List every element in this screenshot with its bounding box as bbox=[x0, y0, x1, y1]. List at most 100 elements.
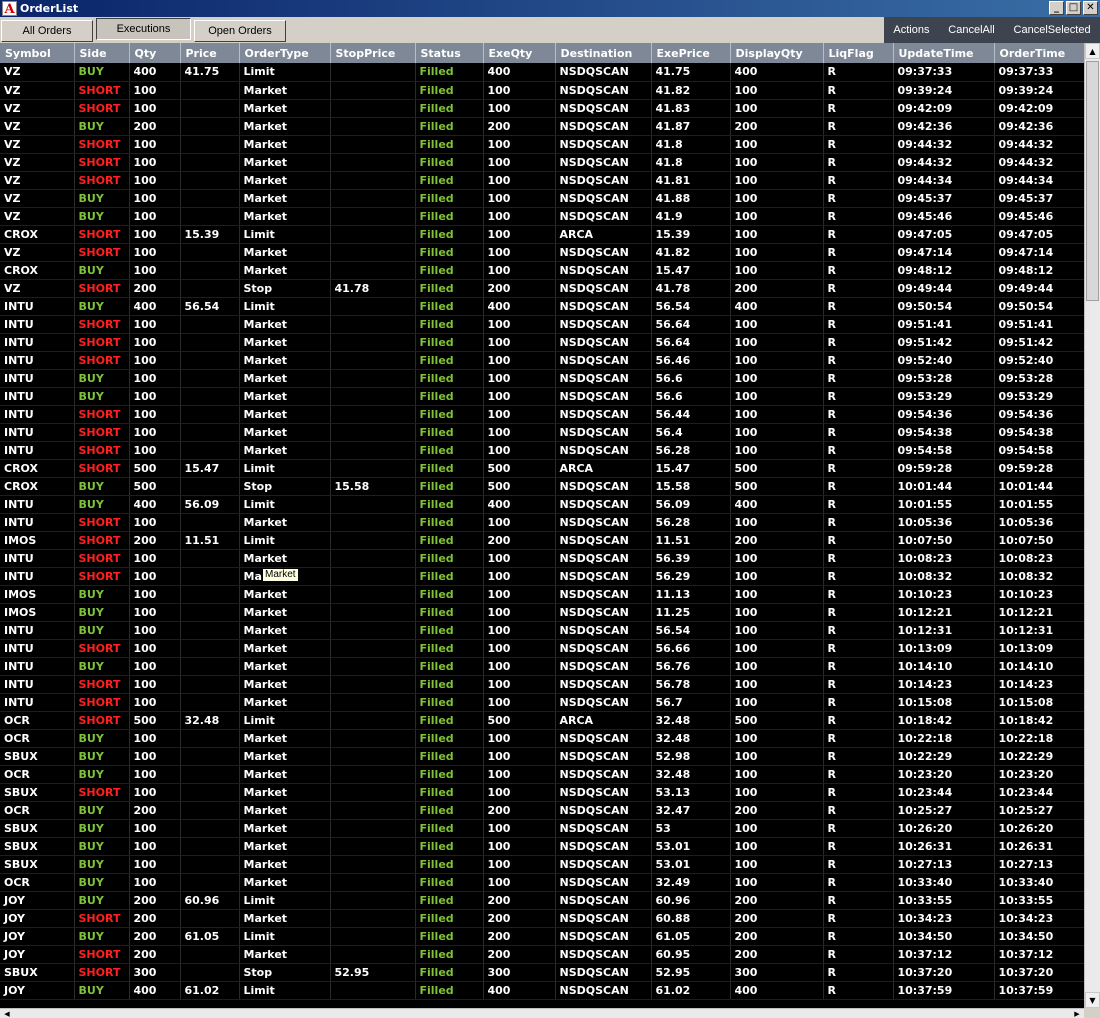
cell-exeqty: 100 bbox=[483, 639, 556, 658]
column-header-exeprice[interactable]: ExePrice bbox=[651, 43, 731, 63]
scroll-thumb[interactable] bbox=[1086, 61, 1099, 301]
column-header-symbol[interactable]: Symbol bbox=[0, 43, 75, 63]
table-row[interactable]: INTU SHORT 100 Market Filled 100 NSDQSCAN 56.64… bbox=[0, 315, 1084, 334]
table-row[interactable]: VZ SHORT 100 Market Filled 100 NSDQSCAN 41.83 10… bbox=[0, 99, 1084, 118]
table-row[interactable]: VZ SHORT 100 Market Filled 100 NSDQSCAN 41.8 100… bbox=[0, 135, 1084, 154]
table-row[interactable]: VZ SHORT 100 Market Filled 100 NSDQSCAN 41.82 10… bbox=[0, 243, 1084, 262]
column-header-stopprice[interactable]: StopPrice bbox=[330, 43, 416, 63]
table-row[interactable]: JOY SHORT 200 Market Filled 200 NSDQSCAN 60.88 2… bbox=[0, 909, 1084, 928]
cell-side: BUY bbox=[74, 495, 130, 514]
cancel-selected-button[interactable]: CancelSelected bbox=[1014, 24, 1091, 36]
column-header-displayqty[interactable]: DisplayQty bbox=[730, 43, 824, 63]
column-header-side[interactable]: Side bbox=[74, 43, 130, 63]
column-header-ordertime[interactable]: OrderTime bbox=[994, 43, 1084, 63]
column-header-price[interactable]: Price bbox=[180, 43, 240, 63]
table-row[interactable]: JOY BUY 200 61.05 Limit Filled 200 NSDQSCAN 61.0… bbox=[0, 927, 1084, 946]
table-row[interactable]: JOY BUY 200 60.96 Limit Filled 200 NSDQSCAN 60.9… bbox=[0, 891, 1084, 910]
cell-symbol: VZ bbox=[0, 207, 75, 226]
table-row[interactable]: INTU SHORT 100 Market Filled 100 NSDQSCAN 56.44… bbox=[0, 405, 1084, 424]
cell-status: Filled bbox=[415, 279, 484, 298]
table-row[interactable]: CROX SHORT 100 15.39 Limit Filled 100 ARCA 15.39… bbox=[0, 225, 1084, 244]
cell-exeprice: 32.49 bbox=[651, 873, 731, 892]
horizontal-scrollbar[interactable]: ◀ ▶ bbox=[0, 1008, 1084, 1018]
table-row[interactable]: OCR BUY 100 Market Filled 100 NSDQSCAN 32.49 100… bbox=[0, 873, 1084, 892]
cell-price bbox=[180, 423, 240, 442]
cancel-all-button[interactable]: CancelAll bbox=[948, 24, 994, 36]
close-icon[interactable]: ✕ bbox=[1083, 1, 1098, 15]
vertical-scrollbar[interactable]: ▲ ▼ bbox=[1084, 43, 1100, 1008]
table-row[interactable]: INTU SHORT 100 Market Filled 100 NSDQSCAN 56.7 1… bbox=[0, 693, 1084, 712]
column-header-updatetime[interactable]: UpdateTime bbox=[893, 43, 995, 63]
table-row[interactable]: SBUX BUY 100 Market Filled 100 NSDQSCAN 52.98 10… bbox=[0, 747, 1084, 766]
cell-ordertype: Market bbox=[239, 171, 331, 190]
table-row[interactable]: INTU SHORT 100 Market Filled 100 NSDQSCAN 56.78… bbox=[0, 675, 1084, 694]
table-row[interactable]: CROX BUY 500 Stop 15.58 Filled 500 NSDQSCAN 15.5… bbox=[0, 477, 1084, 496]
table-row[interactable]: INTU BUY 400 56.54 Limit Filled 400 NSDQSCAN 56.… bbox=[0, 297, 1084, 316]
table-row[interactable]: VZ SHORT 100 Market Filled 100 NSDQSCAN 41.8 100… bbox=[0, 153, 1084, 172]
table-row[interactable]: VZ BUY 200 Market Filled 200 NSDQSCAN 41.87 200 R… bbox=[0, 117, 1084, 136]
table-row[interactable]: SBUX BUY 100 Market Filled 100 NSDQSCAN 53 100 R 1… bbox=[0, 819, 1084, 838]
cell-symbol: INTU bbox=[0, 495, 75, 514]
table-row[interactable]: VZ SHORT 100 Market Filled 100 NSDQSCAN 41.82 10… bbox=[0, 81, 1084, 100]
table-row[interactable]: INTU BUY 100 Market Filled 100 NSDQSCAN 56.76 10… bbox=[0, 657, 1084, 676]
cell-qty: 100 bbox=[129, 369, 181, 388]
table-row[interactable]: INTU SHORT 100 Market Filled 100 NSDQSCAN 56.28… bbox=[0, 441, 1084, 460]
cell-stopprice bbox=[330, 585, 416, 604]
actions-button[interactable]: Actions bbox=[893, 24, 929, 36]
table-row[interactable]: INTU SHORT 100 Market Filled 100 NSDQSCAN 56.39… bbox=[0, 549, 1084, 568]
table-row[interactable]: OCR BUY 200 Market Filled 200 NSDQSCAN 32.47 200… bbox=[0, 801, 1084, 820]
table-row[interactable]: INTU SHORT 100 Market Filled 100 NSDQSCAN 56.4 1… bbox=[0, 423, 1084, 442]
scroll-right-icon[interactable]: ▶ bbox=[1070, 1009, 1084, 1018]
table-row[interactable]: IMOS SHORT 200 11.51 Limit Filled 200 NSDQSCAN 1… bbox=[0, 531, 1084, 550]
tab-open-orders[interactable]: Open Orders bbox=[194, 20, 286, 42]
table-row[interactable]: VZ SHORT 200 Stop 41.78 Filled 200 NSDQSCAN 41.7… bbox=[0, 279, 1084, 298]
tab-all-orders[interactable]: All Orders bbox=[1, 20, 93, 42]
table-row[interactable]: VZ BUY 100 Market Filled 100 NSDQSCAN 41.88 100 R… bbox=[0, 189, 1084, 208]
cell-stopprice bbox=[330, 981, 416, 1000]
table-row[interactable]: INTU SHORT 100 Market Filled 100 NSDQSCAN 56.28… bbox=[0, 513, 1084, 532]
table-row[interactable]: CROX BUY 100 Market Filled 100 NSDQSCAN 15.47 10… bbox=[0, 261, 1084, 280]
table-row[interactable]: VZ BUY 400 41.75 Limit Filled 400 NSDQSCAN 41.75… bbox=[0, 63, 1084, 82]
column-header-exeqty[interactable]: ExeQty bbox=[483, 43, 556, 63]
column-header-liqflag[interactable]: LiqFlag bbox=[823, 43, 894, 63]
table-row[interactable]: IMOS BUY 100 Market Filled 100 NSDQSCAN 11.25 10… bbox=[0, 603, 1084, 622]
cell-liqflag: R bbox=[823, 369, 894, 388]
column-header-destination[interactable]: Destination bbox=[555, 43, 652, 63]
table-row[interactable]: INTUSHORT100MarketFilled100NSDQSCAN56.29… bbox=[0, 567, 1084, 586]
cell-side: BUY bbox=[74, 63, 130, 82]
cell-symbol: INTU bbox=[0, 405, 75, 424]
table-row[interactable]: INTU SHORT 100 Market Filled 100 NSDQSCAN 56.46… bbox=[0, 351, 1084, 370]
table-row[interactable]: INTU BUY 400 56.09 Limit Filled 400 NSDQSCAN 56.… bbox=[0, 495, 1084, 514]
cell-stopprice bbox=[330, 621, 416, 640]
column-header-status[interactable]: Status bbox=[415, 43, 484, 63]
table-row[interactable]: JOY BUY 400 61.02 Limit Filled 400 NSDQSCAN 61.0… bbox=[0, 981, 1084, 1000]
table-row[interactable]: CROX SHORT 500 15.47 Limit Filled 500 ARCA 15.47… bbox=[0, 459, 1084, 478]
cell-status: Filled bbox=[415, 981, 484, 1000]
minimize-icon[interactable]: _ bbox=[1049, 1, 1064, 15]
table-row[interactable]: IMOS BUY 100 Market Filled 100 NSDQSCAN 11.13 10… bbox=[0, 585, 1084, 604]
table-row[interactable]: OCR SHORT 500 32.48 Limit Filled 500 ARCA 32.48 5… bbox=[0, 711, 1084, 730]
table-row[interactable]: INTU SHORT 100 Market Filled 100 NSDQSCAN 56.64… bbox=[0, 333, 1084, 352]
column-header-ordertype[interactable]: OrderType bbox=[239, 43, 331, 63]
tab-executions[interactable]: Executions bbox=[96, 18, 191, 40]
table-row[interactable]: JOY SHORT 200 Market Filled 200 NSDQSCAN 60.95 2… bbox=[0, 945, 1084, 964]
maximize-icon[interactable]: □ bbox=[1066, 1, 1081, 15]
scroll-down-icon[interactable]: ▼ bbox=[1085, 992, 1100, 1008]
table-row[interactable]: OCR BUY 100 Market Filled 100 NSDQSCAN 32.48 100… bbox=[0, 765, 1084, 784]
table-row[interactable]: VZ SHORT 100 Market Filled 100 NSDQSCAN 41.81 10… bbox=[0, 171, 1084, 190]
table-row[interactable]: VZ BUY 100 Market Filled 100 NSDQSCAN 41.9 100 R 0… bbox=[0, 207, 1084, 226]
table-row[interactable]: INTU BUY 100 Market Filled 100 NSDQSCAN 56.54 10… bbox=[0, 621, 1084, 640]
table-row[interactable]: SBUX SHORT 100 Market Filled 100 NSDQSCAN 53.13… bbox=[0, 783, 1084, 802]
cell-side: BUY bbox=[74, 297, 130, 316]
scroll-up-icon[interactable]: ▲ bbox=[1085, 43, 1100, 59]
table-row[interactable]: SBUX SHORT 300 Stop 52.95 Filled 300 NSDQSCAN 52… bbox=[0, 963, 1084, 982]
table-row[interactable]: INTU BUY 100 Market Filled 100 NSDQSCAN 56.6 100… bbox=[0, 369, 1084, 388]
scroll-left-icon[interactable]: ◀ bbox=[0, 1009, 14, 1018]
table-row[interactable]: OCR BUY 100 Market Filled 100 NSDQSCAN 32.48 100… bbox=[0, 729, 1084, 748]
table-row[interactable]: INTU SHORT 100 Market Filled 100 NSDQSCAN 56.66… bbox=[0, 639, 1084, 658]
table-row[interactable]: SBUX BUY 100 Market Filled 100 NSDQSCAN 53.01 10… bbox=[0, 837, 1084, 856]
table-row[interactable]: SBUX BUY 100 Market Filled 100 NSDQSCAN 53.01 10… bbox=[0, 855, 1084, 874]
column-header-qty[interactable]: Qty bbox=[129, 43, 181, 63]
table-row[interactable]: INTU BUY 100 Market Filled 100 NSDQSCAN 56.6 100… bbox=[0, 387, 1084, 406]
cell-status: Filled bbox=[415, 99, 484, 118]
